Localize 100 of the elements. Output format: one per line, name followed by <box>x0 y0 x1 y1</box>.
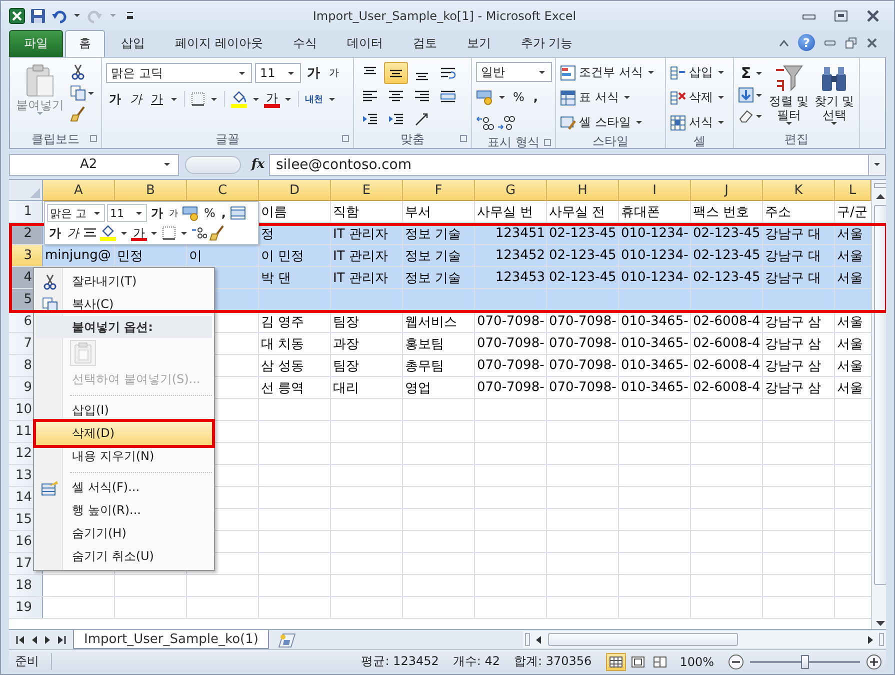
style-menu-button[interactable]: 셀 스타일 <box>560 112 661 133</box>
cells-menu-button[interactable]: 삭제 <box>670 87 729 108</box>
font-name-field[interactable]: 맑은 고 <box>47 204 105 222</box>
decrease-font-button[interactable]: 가 <box>326 63 342 83</box>
ribbon-tab[interactable]: 홈 <box>65 30 105 57</box>
table-cell-text: IT 관리자 <box>332 248 389 266</box>
ribbon-tab[interactable]: 추가 기능 <box>506 30 587 57</box>
table-cell-text: 강남구 대 <box>764 270 822 288</box>
menu-heading: 붙여넣기 옵션: <box>36 316 212 338</box>
italic-button[interactable]: 가 <box>127 89 145 109</box>
table-cell-text: 대리 <box>332 380 360 398</box>
column-header[interactable]: J <box>691 180 763 201</box>
font-name-field[interactable]: 맑은 고딕 <box>106 63 252 83</box>
window-title: Import_User_Sample_ko[1] - Microsoft Excel <box>312 8 578 22</box>
table-cell-text: 선 릉역 <box>260 380 306 398</box>
table-cell-text: 010-3465- <box>620 335 690 353</box>
table-cell-text: 팀장 <box>332 358 360 376</box>
table-cell-text: 02-123-45 <box>548 225 618 243</box>
column-header[interactable]: E <box>331 180 403 201</box>
insert-function-button[interactable]: fx <box>247 157 269 172</box>
group-label: 맞춤 <box>400 130 424 148</box>
increase-font-button[interactable]: 가 <box>149 204 165 222</box>
sort-filter-button[interactable]: 정렬 및 필터 <box>768 62 810 127</box>
ribbon-tab[interactable]: 파일 <box>9 30 63 57</box>
font-size-field[interactable]: 11 <box>107 204 147 222</box>
row-header[interactable]: 3 <box>9 245 43 266</box>
table-cell-text: 부서 <box>404 204 432 222</box>
column-header[interactable]: G <box>475 180 547 201</box>
percent-button[interactable]: % <box>510 87 528 107</box>
column-header[interactable]: I <box>619 180 691 201</box>
table-cell-text: 서울 <box>836 336 864 354</box>
table-cell-text: 070-7098- <box>476 379 546 397</box>
italic-button[interactable]: 가 <box>65 224 81 242</box>
table-cell-text: 강남구 삼 <box>764 380 822 398</box>
table-cell-text: 팩스 번호 <box>692 204 750 222</box>
style-menu-button[interactable]: 표 서식 <box>560 87 661 108</box>
underline-button[interactable]: 가 <box>148 89 166 109</box>
table-cell-text: 010-3465- <box>620 379 690 397</box>
table-cell-text: 070-7098- <box>548 313 618 331</box>
table-cell-text: 사무실 전 <box>548 204 606 222</box>
column-header[interactable]: H <box>547 180 619 201</box>
table-cell-text: 박 댄 <box>260 270 292 288</box>
table-cell-text: 정보 기술 <box>404 248 462 266</box>
table-cell-text: 강남구 삼 <box>764 336 822 354</box>
table-cell-text: 02-6008-4 <box>692 335 762 353</box>
column-header[interactable]: D <box>259 180 331 201</box>
table-cell-text: 02-123-45 <box>548 269 618 287</box>
status-text: 준비 <box>9 653 52 670</box>
ribbon-tab[interactable]: 보기 <box>452 30 505 57</box>
font-color-button[interactable]: 가 <box>131 225 147 241</box>
status-count: 개수: 42 <box>452 653 500 670</box>
table-cell-text: 강남구 대 <box>764 226 822 244</box>
ribbon-tab[interactable]: 데이터 <box>332 30 397 57</box>
column-header[interactable]: L <box>835 180 871 201</box>
table-cell-text: 서울 <box>836 226 864 244</box>
ribbon-tab[interactable]: 페이지 레이아웃 <box>161 30 277 57</box>
number-format-field[interactable]: 일반 <box>476 62 552 82</box>
decrease-font-button[interactable]: 가 <box>167 204 180 222</box>
table-cell-text: 010-3465- <box>620 357 690 375</box>
sheet-tab[interactable]: Import_User_Sample_ko(1) <box>73 630 270 649</box>
percent-button[interactable]: % <box>202 204 218 222</box>
ribbon-tab[interactable]: 검토 <box>398 30 451 57</box>
bold-button[interactable]: 가 <box>47 224 63 242</box>
autosum-button[interactable]: Σ <box>738 64 754 82</box>
font-size-field[interactable]: 11 <box>255 63 301 83</box>
column-header[interactable]: K <box>763 180 835 201</box>
font-color-button[interactable]: 가 <box>264 90 280 108</box>
table-cell-text: 070-7098- <box>548 379 618 397</box>
table-cell-text: 정보 기술 <box>404 226 462 244</box>
column-header[interactable]: C <box>187 180 259 201</box>
table-cell-text: 총무팀 <box>404 358 445 376</box>
table-cell-text: minjung@ <box>44 247 112 265</box>
comma-button[interactable]: , <box>219 204 228 222</box>
table-cell-text: 02-6008-4 <box>692 379 762 397</box>
comma-button[interactable]: , <box>530 87 541 107</box>
group-label: 표시 형식 <box>488 134 540 151</box>
increase-font-button[interactable]: 가 <box>304 63 323 83</box>
style-menu-button[interactable]: 조건부 서식 <box>560 62 661 83</box>
name-box[interactable]: A2 <box>9 154 179 176</box>
column-header[interactable]: B <box>115 180 187 201</box>
table-cell-text: 123452 <box>494 247 546 265</box>
phonetic-guide-button[interactable]: 내천 <box>304 89 324 109</box>
menu-item[interactable]: 삭제(D) <box>36 422 212 445</box>
cells-menu-button[interactable]: 삽입 <box>670 62 729 83</box>
row-header[interactable]: 1 <box>9 201 43 222</box>
table-cell-text: 이 <box>188 248 203 266</box>
zoom-level[interactable]: 100% <box>680 654 714 668</box>
table-cell-text: 123451 <box>494 225 546 243</box>
formula-field[interactable]: silee@contoso.com <box>269 154 869 176</box>
ribbon-tab[interactable]: 삽입 <box>107 30 159 57</box>
column-header[interactable]: A <box>43 180 115 201</box>
bold-button[interactable]: 가 <box>106 89 124 109</box>
row-header[interactable]: 18 <box>9 575 43 596</box>
group-label: 셀 <box>694 133 706 150</box>
column-header[interactable]: F <box>403 180 475 201</box>
cells-menu-button[interactable]: 서식 <box>670 112 729 133</box>
table-cell-text: 010-3465- <box>620 313 690 331</box>
ribbon-tab[interactable]: 수식 <box>278 30 331 57</box>
find-select-button[interactable]: 찾기 및 선택 <box>814 62 855 127</box>
row-header[interactable]: 19 <box>9 597 43 618</box>
